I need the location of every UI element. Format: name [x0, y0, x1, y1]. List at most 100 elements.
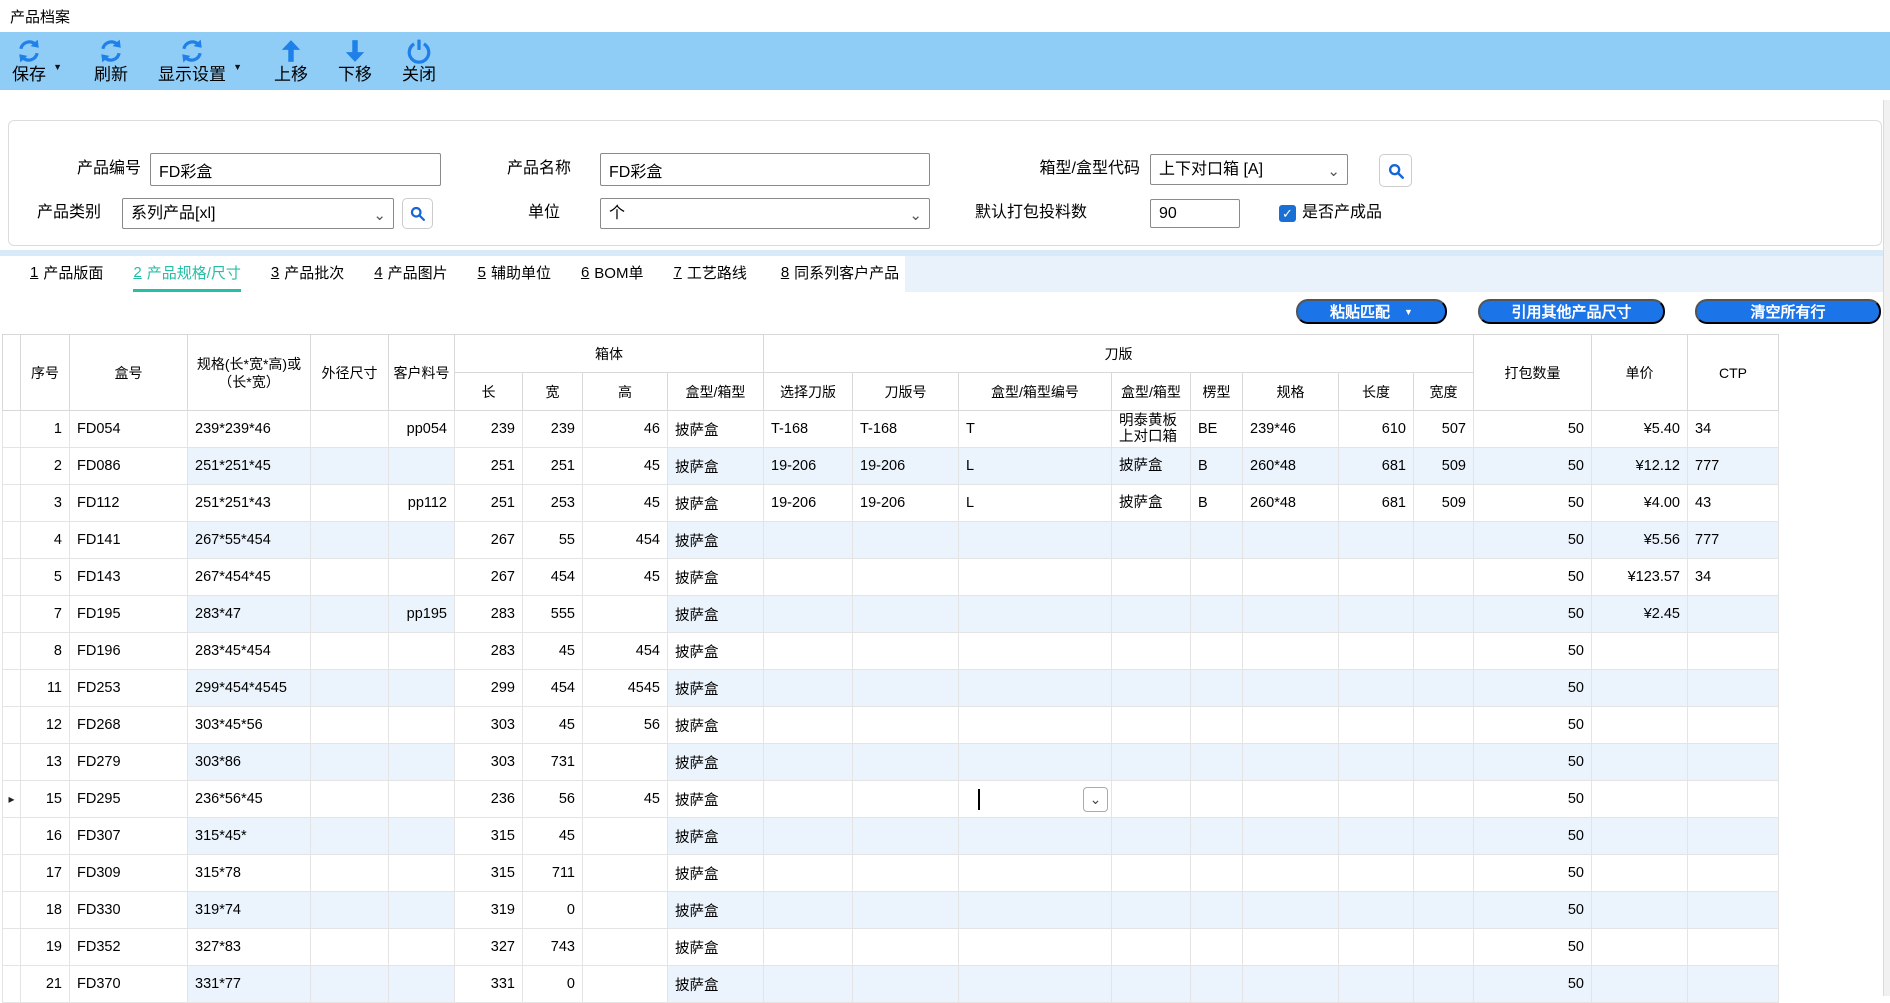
cell-box-no[interactable]: FD268: [70, 707, 188, 744]
cell-len[interactable]: 315: [455, 855, 523, 892]
cell-seq[interactable]: 16: [21, 818, 70, 855]
cell-knife-sel[interactable]: [764, 855, 853, 892]
cell-spec[interactable]: 283*45*454: [188, 633, 311, 670]
cell-k-wid[interactable]: 509: [1414, 448, 1474, 485]
tab-6[interactable]: 6BOM单: [581, 256, 644, 292]
cell-spec[interactable]: 299*454*4545: [188, 670, 311, 707]
cell-ctp[interactable]: 34: [1688, 559, 1779, 596]
cell-flute[interactable]: [1191, 966, 1243, 1003]
reference-other-sizes-button[interactable]: 引用其他产品尺寸: [1478, 299, 1665, 324]
cell-type-name[interactable]: [1112, 966, 1191, 1003]
row-indicator-cell[interactable]: ▸: [3, 781, 21, 818]
cell-spec[interactable]: 315*45*: [188, 818, 311, 855]
cell-pack-qty[interactable]: 50: [1474, 781, 1592, 818]
cell-knife-no[interactable]: [853, 818, 959, 855]
cell-type-name[interactable]: 明泰黄板上对口箱: [1112, 411, 1191, 448]
cell-k-wid[interactable]: [1414, 892, 1474, 929]
cell-k-wid[interactable]: [1414, 559, 1474, 596]
cell-seq[interactable]: 13: [21, 744, 70, 781]
cell-outer-size[interactable]: [311, 411, 389, 448]
cell-flute[interactable]: [1191, 522, 1243, 559]
cell-wid[interactable]: 239: [523, 411, 583, 448]
cell-box-no[interactable]: FD112: [70, 485, 188, 522]
cell-type-code[interactable]: [959, 855, 1112, 892]
cell-cust-no[interactable]: pp195: [389, 596, 455, 633]
cell-knife-no[interactable]: [853, 855, 959, 892]
cell-spec[interactable]: 267*454*45: [188, 559, 311, 596]
cell-len[interactable]: 327: [455, 929, 523, 966]
cell-k-len[interactable]: [1339, 929, 1414, 966]
cell-type-name[interactable]: 披萨盒: [1112, 448, 1191, 485]
row-indicator-cell[interactable]: [3, 522, 21, 559]
cell-knife-no[interactable]: 19-206: [853, 485, 959, 522]
cell-len[interactable]: 251: [455, 485, 523, 522]
cell-wid[interactable]: 731: [523, 744, 583, 781]
cell-body-type[interactable]: 披萨盒: [668, 411, 764, 448]
cell-pack-qty[interactable]: 50: [1474, 596, 1592, 633]
cell-k-len[interactable]: [1339, 892, 1414, 929]
cell-flute[interactable]: B: [1191, 448, 1243, 485]
cell-len[interactable]: 267: [455, 559, 523, 596]
cell-outer-size[interactable]: [311, 855, 389, 892]
cell-hei[interactable]: [583, 966, 668, 1003]
cell-body-type[interactable]: 披萨盒: [668, 818, 764, 855]
cell-pack-qty[interactable]: 50: [1474, 485, 1592, 522]
cell-pack-qty[interactable]: 50: [1474, 448, 1592, 485]
cell-cust-no[interactable]: [389, 892, 455, 929]
cell-k-wid[interactable]: [1414, 522, 1474, 559]
cell-len[interactable]: 239: [455, 411, 523, 448]
cell-box-no[interactable]: FD307: [70, 818, 188, 855]
cell-len[interactable]: 303: [455, 744, 523, 781]
cell-price[interactable]: ¥4.00: [1592, 485, 1688, 522]
cell-knife-sel[interactable]: T-168: [764, 411, 853, 448]
cell-price[interactable]: [1592, 781, 1688, 818]
close-button[interactable]: 关闭: [402, 38, 436, 84]
cell-hei[interactable]: [583, 855, 668, 892]
cell-knife-sel[interactable]: [764, 707, 853, 744]
cell-body-type[interactable]: 披萨盒: [668, 929, 764, 966]
cell-k-len[interactable]: [1339, 522, 1414, 559]
row-indicator-cell[interactable]: [3, 448, 21, 485]
cell-type-name[interactable]: [1112, 855, 1191, 892]
cell-seq[interactable]: 5: [21, 559, 70, 596]
cell-knife-no[interactable]: 19-206: [853, 448, 959, 485]
cell-spec[interactable]: 267*55*454: [188, 522, 311, 559]
cell-body-type[interactable]: 披萨盒: [668, 522, 764, 559]
cell-spec[interactable]: 331*77: [188, 966, 311, 1003]
cell-hei[interactable]: 45: [583, 559, 668, 596]
cell-hei[interactable]: 45: [583, 448, 668, 485]
box-type-search-button[interactable]: [1379, 154, 1412, 187]
cell-cust-no[interactable]: [389, 855, 455, 892]
cell-type-code[interactable]: [959, 929, 1112, 966]
cell-k-spec[interactable]: [1243, 781, 1339, 818]
tab-5[interactable]: 5辅助单位: [478, 256, 551, 292]
row-indicator-cell[interactable]: [3, 929, 21, 966]
cell-type-code[interactable]: L: [959, 448, 1112, 485]
row-indicator-cell[interactable]: [3, 818, 21, 855]
cell-pack-qty[interactable]: 50: [1474, 633, 1592, 670]
cell-k-len[interactable]: [1339, 670, 1414, 707]
cell-box-no[interactable]: FD330: [70, 892, 188, 929]
cell-box-no[interactable]: FD141: [70, 522, 188, 559]
cell-seq[interactable]: 4: [21, 522, 70, 559]
cell-ctp[interactable]: [1688, 633, 1779, 670]
cell-k-spec[interactable]: [1243, 892, 1339, 929]
cell-k-len[interactable]: [1339, 781, 1414, 818]
cell-k-wid[interactable]: [1414, 707, 1474, 744]
cell-hei[interactable]: 454: [583, 633, 668, 670]
cell-k-len[interactable]: [1339, 744, 1414, 781]
cell-outer-size[interactable]: [311, 670, 389, 707]
cell-hei[interactable]: [583, 818, 668, 855]
move-down-button[interactable]: 下移: [338, 38, 372, 84]
cell-k-spec[interactable]: 260*48: [1243, 485, 1339, 522]
cell-cust-no[interactable]: pp054: [389, 411, 455, 448]
cell-outer-size[interactable]: [311, 892, 389, 929]
cell-type-code[interactable]: [959, 596, 1112, 633]
cell-hei[interactable]: 454: [583, 522, 668, 559]
product-name-input[interactable]: [600, 153, 930, 186]
cell-box-no[interactable]: FD054: [70, 411, 188, 448]
cell-len[interactable]: 236: [455, 781, 523, 818]
cell-len[interactable]: 299: [455, 670, 523, 707]
refresh-button[interactable]: 刷新: [94, 38, 128, 84]
cell-ctp[interactable]: 43: [1688, 485, 1779, 522]
